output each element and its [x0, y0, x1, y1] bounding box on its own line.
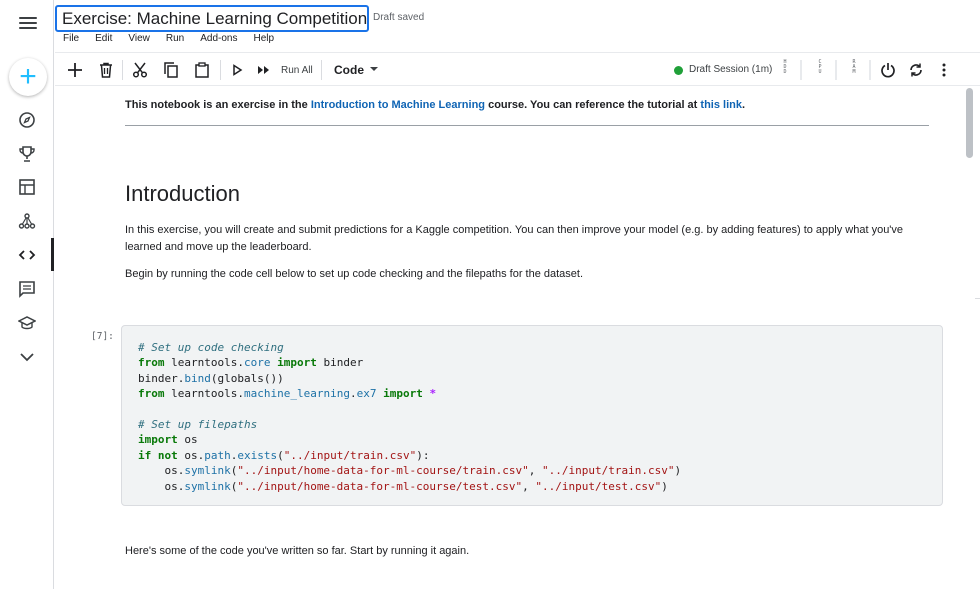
chevron-down-icon[interactable] — [16, 346, 38, 368]
hdd-meter-label: HDD — [783, 59, 787, 75]
session-status-dot — [674, 66, 683, 75]
trophy-icon[interactable] — [16, 143, 38, 165]
section-heading: Introduction — [125, 181, 240, 206]
code-line-8: if not os.path.exists("../input/train.cs… — [138, 448, 430, 462]
menu-help[interactable]: Help — [253, 33, 274, 44]
code-line-7: import os — [138, 433, 198, 447]
run-all-icon[interactable] — [254, 60, 274, 80]
tutorial-link[interactable]: this link — [700, 99, 742, 111]
code-line-10: os.symlink("../input/home-data-for-ml-co… — [138, 479, 668, 493]
cell-execution-count: [7]: — [91, 331, 114, 342]
cpu-meter-label: CPU — [818, 59, 822, 75]
intro-middle: course. You can reference the tutorial a… — [485, 99, 701, 111]
menu-bar: File Edit View Run Add-ons Help — [63, 33, 290, 44]
code-line-9: os.symlink("../input/home-data-for-ml-co… — [138, 464, 682, 478]
menu-file[interactable]: File — [63, 33, 79, 44]
scrollbar-divider — [975, 298, 980, 299]
divider — [125, 125, 929, 126]
cut-icon[interactable] — [130, 60, 150, 80]
run-cell-icon[interactable] — [227, 60, 247, 80]
caret-down-icon[interactable] — [370, 67, 378, 71]
code-line-2: from learntools.core import binder — [138, 356, 364, 370]
ram-meter — [869, 60, 871, 80]
compass-icon[interactable] — [16, 109, 38, 131]
hdd-meter — [800, 60, 802, 80]
intro-prefix: This notebook is an exercise in the — [125, 99, 311, 111]
run-all-button[interactable]: Run All — [281, 65, 313, 76]
paste-icon[interactable] — [192, 60, 212, 80]
ram-meter-label: RAM — [852, 59, 856, 75]
copy-icon[interactable] — [161, 60, 181, 80]
cpu-meter — [835, 60, 837, 80]
code-icon[interactable] — [16, 244, 38, 266]
add-cell-icon[interactable] — [65, 60, 85, 80]
restart-icon[interactable] — [906, 60, 926, 80]
notebook-toolbar: Run All Code Draft Session (1m) HDD CPU … — [55, 52, 980, 86]
intro-paragraph-line-1: In this exercise, you will create and su… — [125, 224, 904, 236]
menu-icon[interactable] — [17, 14, 39, 34]
discussion-icon[interactable] — [16, 278, 38, 300]
left-sidebar: + — [0, 0, 54, 589]
menu-view[interactable]: View — [128, 33, 150, 44]
menu-add-ons[interactable]: Add-ons — [200, 33, 237, 44]
code-line-3: binder.bind(globals()) — [138, 371, 284, 385]
cell-type-select[interactable]: Code — [334, 63, 364, 77]
code-line-1: # Set up code checking — [138, 341, 284, 354]
code-editor[interactable]: # Set up code checking from learntools.c… — [138, 340, 681, 494]
code-line-4: from learntools.machine_learning.ex7 imp… — [138, 387, 437, 401]
intro-text: This notebook is an exercise in the Intr… — [125, 99, 745, 111]
instruction-paragraph: Begin by running the code cell below to … — [125, 268, 584, 280]
save-status: Draft saved — [373, 12, 425, 23]
scrollbar-thumb[interactable] — [966, 88, 973, 158]
code-line-6: # Set up filepaths — [138, 418, 258, 432]
notebook-title-input[interactable]: Exercise: Machine Learning Competitions — [55, 5, 369, 32]
create-icon[interactable]: + — [9, 58, 47, 96]
menu-edit[interactable]: Edit — [95, 33, 112, 44]
intro-paragraph: In this exercise, you will create and su… — [125, 222, 925, 256]
power-icon[interactable] — [878, 60, 898, 80]
table-icon[interactable] — [16, 176, 38, 198]
active-indicator — [51, 238, 54, 271]
menu-run[interactable]: Run — [166, 33, 184, 44]
followup-paragraph: Here's some of the code you've written s… — [125, 545, 470, 557]
delete-icon[interactable] — [96, 60, 116, 80]
course-link[interactable]: Introduction to Machine Learning — [311, 99, 485, 111]
more-options-icon[interactable] — [934, 60, 954, 80]
session-label[interactable]: Draft Session (1m) — [689, 64, 772, 75]
intro-paragraph-line-2: learned and move up the leaderboard. — [125, 241, 312, 253]
code-cell[interactable]: # Set up code checking from learntools.c… — [121, 325, 943, 506]
learn-icon[interactable] — [16, 312, 38, 334]
models-icon[interactable] — [16, 210, 38, 232]
intro-suffix: . — [741, 99, 746, 111]
